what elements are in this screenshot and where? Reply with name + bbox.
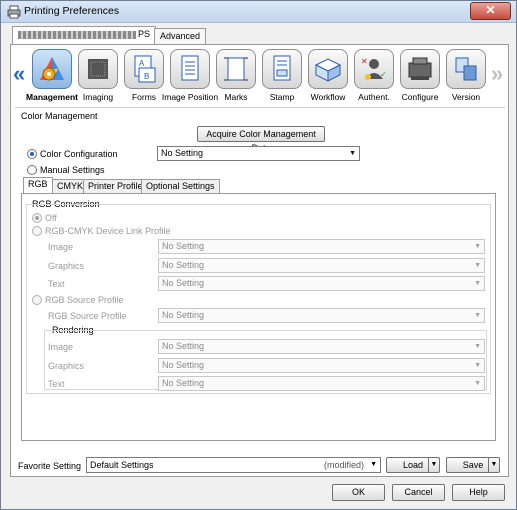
- color-management-label: Color Management: [21, 111, 98, 121]
- tab-rgb[interactable]: RGB: [23, 177, 53, 194]
- ok-button[interactable]: OK: [332, 484, 385, 501]
- acquire-color-management-button[interactable]: Acquire Color Management Data: [197, 126, 325, 153]
- close-icon: ✕: [485, 3, 496, 17]
- chevron-down-icon: ▼: [370, 461, 377, 468]
- stamp-icon: [262, 49, 302, 89]
- save-button[interactable]: Save ▼: [446, 457, 500, 473]
- device-link-image-select[interactable]: No Setting ▼: [158, 239, 485, 254]
- scroll-left-icon[interactable]: «: [13, 61, 25, 87]
- function-version[interactable]: Version: [443, 49, 489, 103]
- rgb-source-profile-select[interactable]: No Setting ▼: [158, 308, 485, 323]
- cancel-button[interactable]: Cancel: [392, 484, 445, 501]
- function-icon-bar: « » Management Imaging A B Forms Image P…: [11, 45, 508, 107]
- printing-preferences-window: Printing Preferences ✕ PS Advanced « » M…: [0, 0, 517, 510]
- device-link-image-label: Image: [48, 242, 74, 252]
- rgb-source-profile-radio[interactable]: [32, 295, 42, 305]
- device-link-label: RGB-CMYK Device Link Profile: [45, 226, 171, 236]
- chevron-down-icon: ▼: [474, 312, 481, 319]
- device-link-text-select[interactable]: No Setting ▼: [158, 276, 485, 291]
- favorite-setting-select[interactable]: Default Settings (modified) ▼: [86, 457, 381, 473]
- device-link-graphics-select[interactable]: No Setting ▼: [158, 258, 485, 273]
- rgb-off-label: Off: [45, 213, 57, 223]
- favorite-setting-bar: Favorite Setting Default Settings (modif…: [10, 454, 509, 475]
- rendering-text-select[interactable]: No Setting ▼: [158, 376, 485, 391]
- tab-ps[interactable]: PS: [12, 26, 157, 45]
- save-dropdown-icon[interactable]: ▼: [488, 458, 499, 472]
- rgb-source-profile-radio-label: RGB Source Profile: [45, 295, 124, 305]
- svg-text:B: B: [144, 72, 149, 81]
- printer-icon: [7, 5, 21, 19]
- device-link-radio[interactable]: [32, 226, 42, 236]
- rendering-graphics-select[interactable]: No Setting ▼: [158, 358, 485, 373]
- title-bar: Printing Preferences ✕: [1, 1, 516, 23]
- configure-icon: [400, 49, 440, 89]
- favorite-setting-label: Favorite Setting: [18, 461, 82, 471]
- tab-advanced[interactable]: Advanced: [154, 28, 207, 44]
- authentication-icon: ✕ ✓: [354, 49, 394, 89]
- load-dropdown-icon[interactable]: ▼: [428, 458, 439, 472]
- manual-settings-label: Manual Settings: [40, 165, 105, 175]
- color-configuration-radio[interactable]: [27, 149, 37, 159]
- chevron-down-icon: ▼: [474, 280, 481, 287]
- scroll-right-icon[interactable]: »: [491, 61, 503, 87]
- color-configuration-select[interactable]: No Setting ▼: [157, 146, 360, 161]
- manual-settings-radio[interactable]: [27, 165, 37, 175]
- chevron-down-icon: ▼: [474, 380, 481, 387]
- printer-name-redacted: [18, 30, 136, 39]
- rgb-source-profile-label: RGB Source Profile: [48, 311, 127, 321]
- svg-text:✕: ✕: [361, 57, 368, 66]
- load-button[interactable]: Load ▼: [386, 457, 440, 473]
- close-button[interactable]: ✕: [470, 2, 511, 20]
- rendering-image-select[interactable]: No Setting ▼: [158, 339, 485, 354]
- window-title: Printing Preferences: [24, 5, 120, 17]
- tab-printer-profile[interactable]: Printer Profile: [83, 179, 148, 193]
- tab-optional-settings[interactable]: Optional Settings: [141, 179, 220, 193]
- device-link-graphics-label: Graphics: [48, 261, 85, 271]
- chevron-down-icon: ▼: [474, 343, 481, 350]
- image-position-icon: [170, 49, 210, 89]
- rgb-off-radio[interactable]: [32, 213, 42, 223]
- svg-text:✓: ✓: [380, 70, 387, 79]
- chevron-down-icon: ▼: [474, 262, 481, 269]
- chevron-down-icon: ▼: [474, 243, 481, 250]
- gear-palette-icon: [32, 49, 72, 89]
- workflow-icon: [308, 49, 348, 89]
- version-icon: [446, 49, 486, 89]
- help-button[interactable]: Help: [452, 484, 505, 501]
- forms-icon: A B: [124, 49, 164, 89]
- device-link-text-label: Text: [48, 279, 65, 289]
- rendering-graphics-label: Graphics: [48, 361, 85, 371]
- rgb-tab-panel: RGB Conversion Off RGB-CMYK Device Link …: [21, 193, 496, 441]
- imaging-icon: [78, 49, 118, 89]
- chevron-down-icon: ▼: [474, 362, 481, 369]
- marks-icon: [216, 49, 256, 89]
- modified-indicator: (modified): [323, 460, 364, 470]
- svg-text:A: A: [139, 59, 145, 68]
- color-configuration-label: Color Configuration: [40, 149, 118, 159]
- rendering-text-label: Text: [48, 379, 65, 389]
- iconbar-divider: [15, 107, 505, 108]
- rendering-image-label: Image: [48, 342, 74, 352]
- chevron-down-icon: ▼: [349, 150, 356, 157]
